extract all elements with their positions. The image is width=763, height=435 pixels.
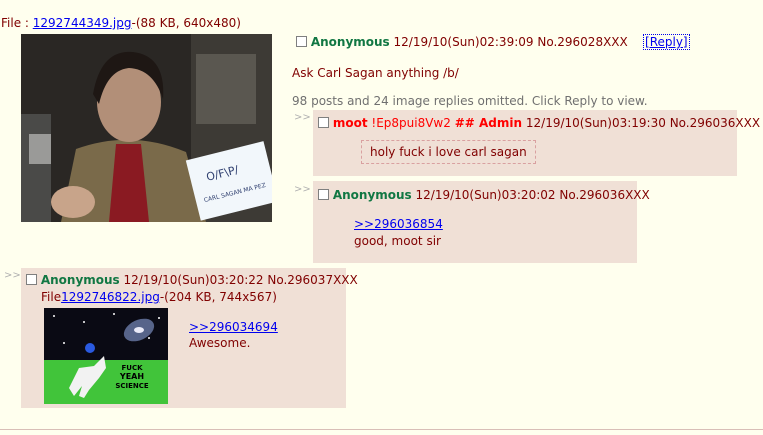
reply-post: Anonymous 12/19/10(Sun)03:20:22 No.29603… bbox=[21, 268, 358, 408]
op-checkbox[interactable] bbox=[296, 36, 307, 47]
op-date: 12/19/10(Sun)02:39:09 bbox=[393, 35, 534, 49]
tripcode: !Ep8pui8Vw2 bbox=[371, 116, 451, 130]
op-message: Ask Carl Sagan anything /b/ bbox=[292, 66, 459, 80]
reply-date: 12/19/10(Sun)03:20:22 bbox=[123, 273, 264, 287]
omitted-notice: 98 posts and 24 image replies omitted. C… bbox=[292, 94, 648, 108]
reply-post-number[interactable]: No.296036XXX bbox=[670, 116, 760, 130]
reply-arrows: >> bbox=[4, 270, 21, 281]
op-file-info: -(88 KB, 640x480) bbox=[131, 16, 241, 30]
reply-image[interactable]: FUCK YEAH SCIENCE bbox=[44, 308, 168, 404]
op-file-link[interactable]: 1292744349.jpg bbox=[33, 16, 132, 30]
op-image[interactable]: O/F\P/ CARL SAGAN MA PEZ bbox=[21, 34, 272, 222]
op-name: Anonymous bbox=[310, 35, 390, 49]
reply-post: moot !Ep8pui8Vw2 ## Admin 12/19/10(Sun)0… bbox=[313, 110, 760, 176]
op-file-line: File : 1292744349.jpg-(88 KB, 640x480) bbox=[1, 16, 241, 30]
quote-link[interactable]: >>296034694 bbox=[189, 320, 278, 334]
reply-post-number[interactable]: No.296036XXX bbox=[559, 188, 649, 202]
svg-text:SCIENCE: SCIENCE bbox=[115, 382, 149, 390]
thread-divider bbox=[0, 429, 763, 430]
capcode: ## Admin bbox=[454, 116, 523, 130]
reply-date: 12/19/10(Sun)03:20:02 bbox=[415, 188, 556, 202]
reply-link[interactable]: [Reply] bbox=[643, 34, 690, 50]
op-header: Anonymous 12/19/10(Sun)02:39:09 No.29602… bbox=[296, 34, 690, 50]
reply-image-graphic: FUCK YEAH SCIENCE bbox=[44, 308, 168, 404]
op-file-label: File : bbox=[1, 16, 33, 30]
reply-file-line: File1292746822.jpg-(204 KB, 744x567) bbox=[41, 290, 277, 304]
reply-message: good, moot sir bbox=[354, 234, 441, 248]
reply-name: Anonymous bbox=[40, 273, 120, 287]
reply-checkbox[interactable] bbox=[26, 274, 37, 285]
svg-text:YEAH: YEAH bbox=[119, 372, 144, 381]
reply-checkbox[interactable] bbox=[318, 189, 329, 200]
op-post-number[interactable]: No.296028XXX bbox=[537, 35, 627, 49]
reply-file-label: File bbox=[41, 290, 62, 304]
reply-message: Awesome. bbox=[189, 336, 251, 350]
reply-arrows: >> bbox=[294, 112, 311, 123]
reply-arrows: >> bbox=[294, 184, 311, 195]
reply-checkbox[interactable] bbox=[318, 117, 329, 128]
reply-post: Anonymous 12/19/10(Sun)03:20:02 No.29603… bbox=[313, 181, 650, 263]
reply-date: 12/19/10(Sun)03:19:30 bbox=[525, 116, 666, 130]
reply-post-number[interactable]: No.296037XXX bbox=[267, 273, 357, 287]
reply-name: moot bbox=[332, 116, 368, 130]
svg-text:FUCK: FUCK bbox=[121, 364, 143, 372]
reply-file-info: -(204 KB, 744x567) bbox=[159, 290, 277, 304]
quote-link[interactable]: >>296036854 bbox=[354, 217, 443, 231]
op-image-graphic: O/F\P/ CARL SAGAN MA PEZ bbox=[21, 34, 272, 222]
reply-message: holy fuck i love carl sagan bbox=[361, 140, 536, 164]
reply-file-link[interactable]: 1292746822.jpg bbox=[61, 290, 160, 304]
reply-name: Anonymous bbox=[332, 188, 412, 202]
